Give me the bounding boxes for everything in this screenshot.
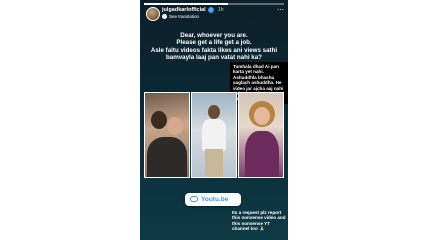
photo-woman xyxy=(238,92,284,178)
report-request-note: Its a request plz report this nonsense v… xyxy=(232,210,286,232)
story-progress-fill xyxy=(144,3,228,5)
story-progress-bar xyxy=(144,3,284,5)
see-translation-link[interactable]: See translation xyxy=(169,14,199,19)
story-caption: Dear, whoever you are. Please get a life … xyxy=(150,32,278,62)
more-icon[interactable]: ⋯ xyxy=(277,6,284,14)
link-icon xyxy=(190,196,198,202)
story-header: julgadkarlofficial ✓ 1h ⋯ See translatio… xyxy=(146,7,284,25)
photo-man xyxy=(191,92,237,178)
verified-badge-icon: ✓ xyxy=(208,7,214,13)
avatar[interactable] xyxy=(146,7,160,21)
link-label[interactable]: Youtu.be xyxy=(201,196,228,203)
username[interactable]: julgadkarlofficial xyxy=(162,7,206,13)
translate-icon xyxy=(162,14,167,19)
story-viewer[interactable]: julgadkarlofficial ✓ 1h ⋯ See translatio… xyxy=(140,0,288,240)
photo-couple xyxy=(144,92,190,178)
photo-collage xyxy=(144,92,284,178)
youtube-link-sticker[interactable]: Youtu.be xyxy=(185,193,241,206)
post-time: 1h xyxy=(218,7,224,13)
